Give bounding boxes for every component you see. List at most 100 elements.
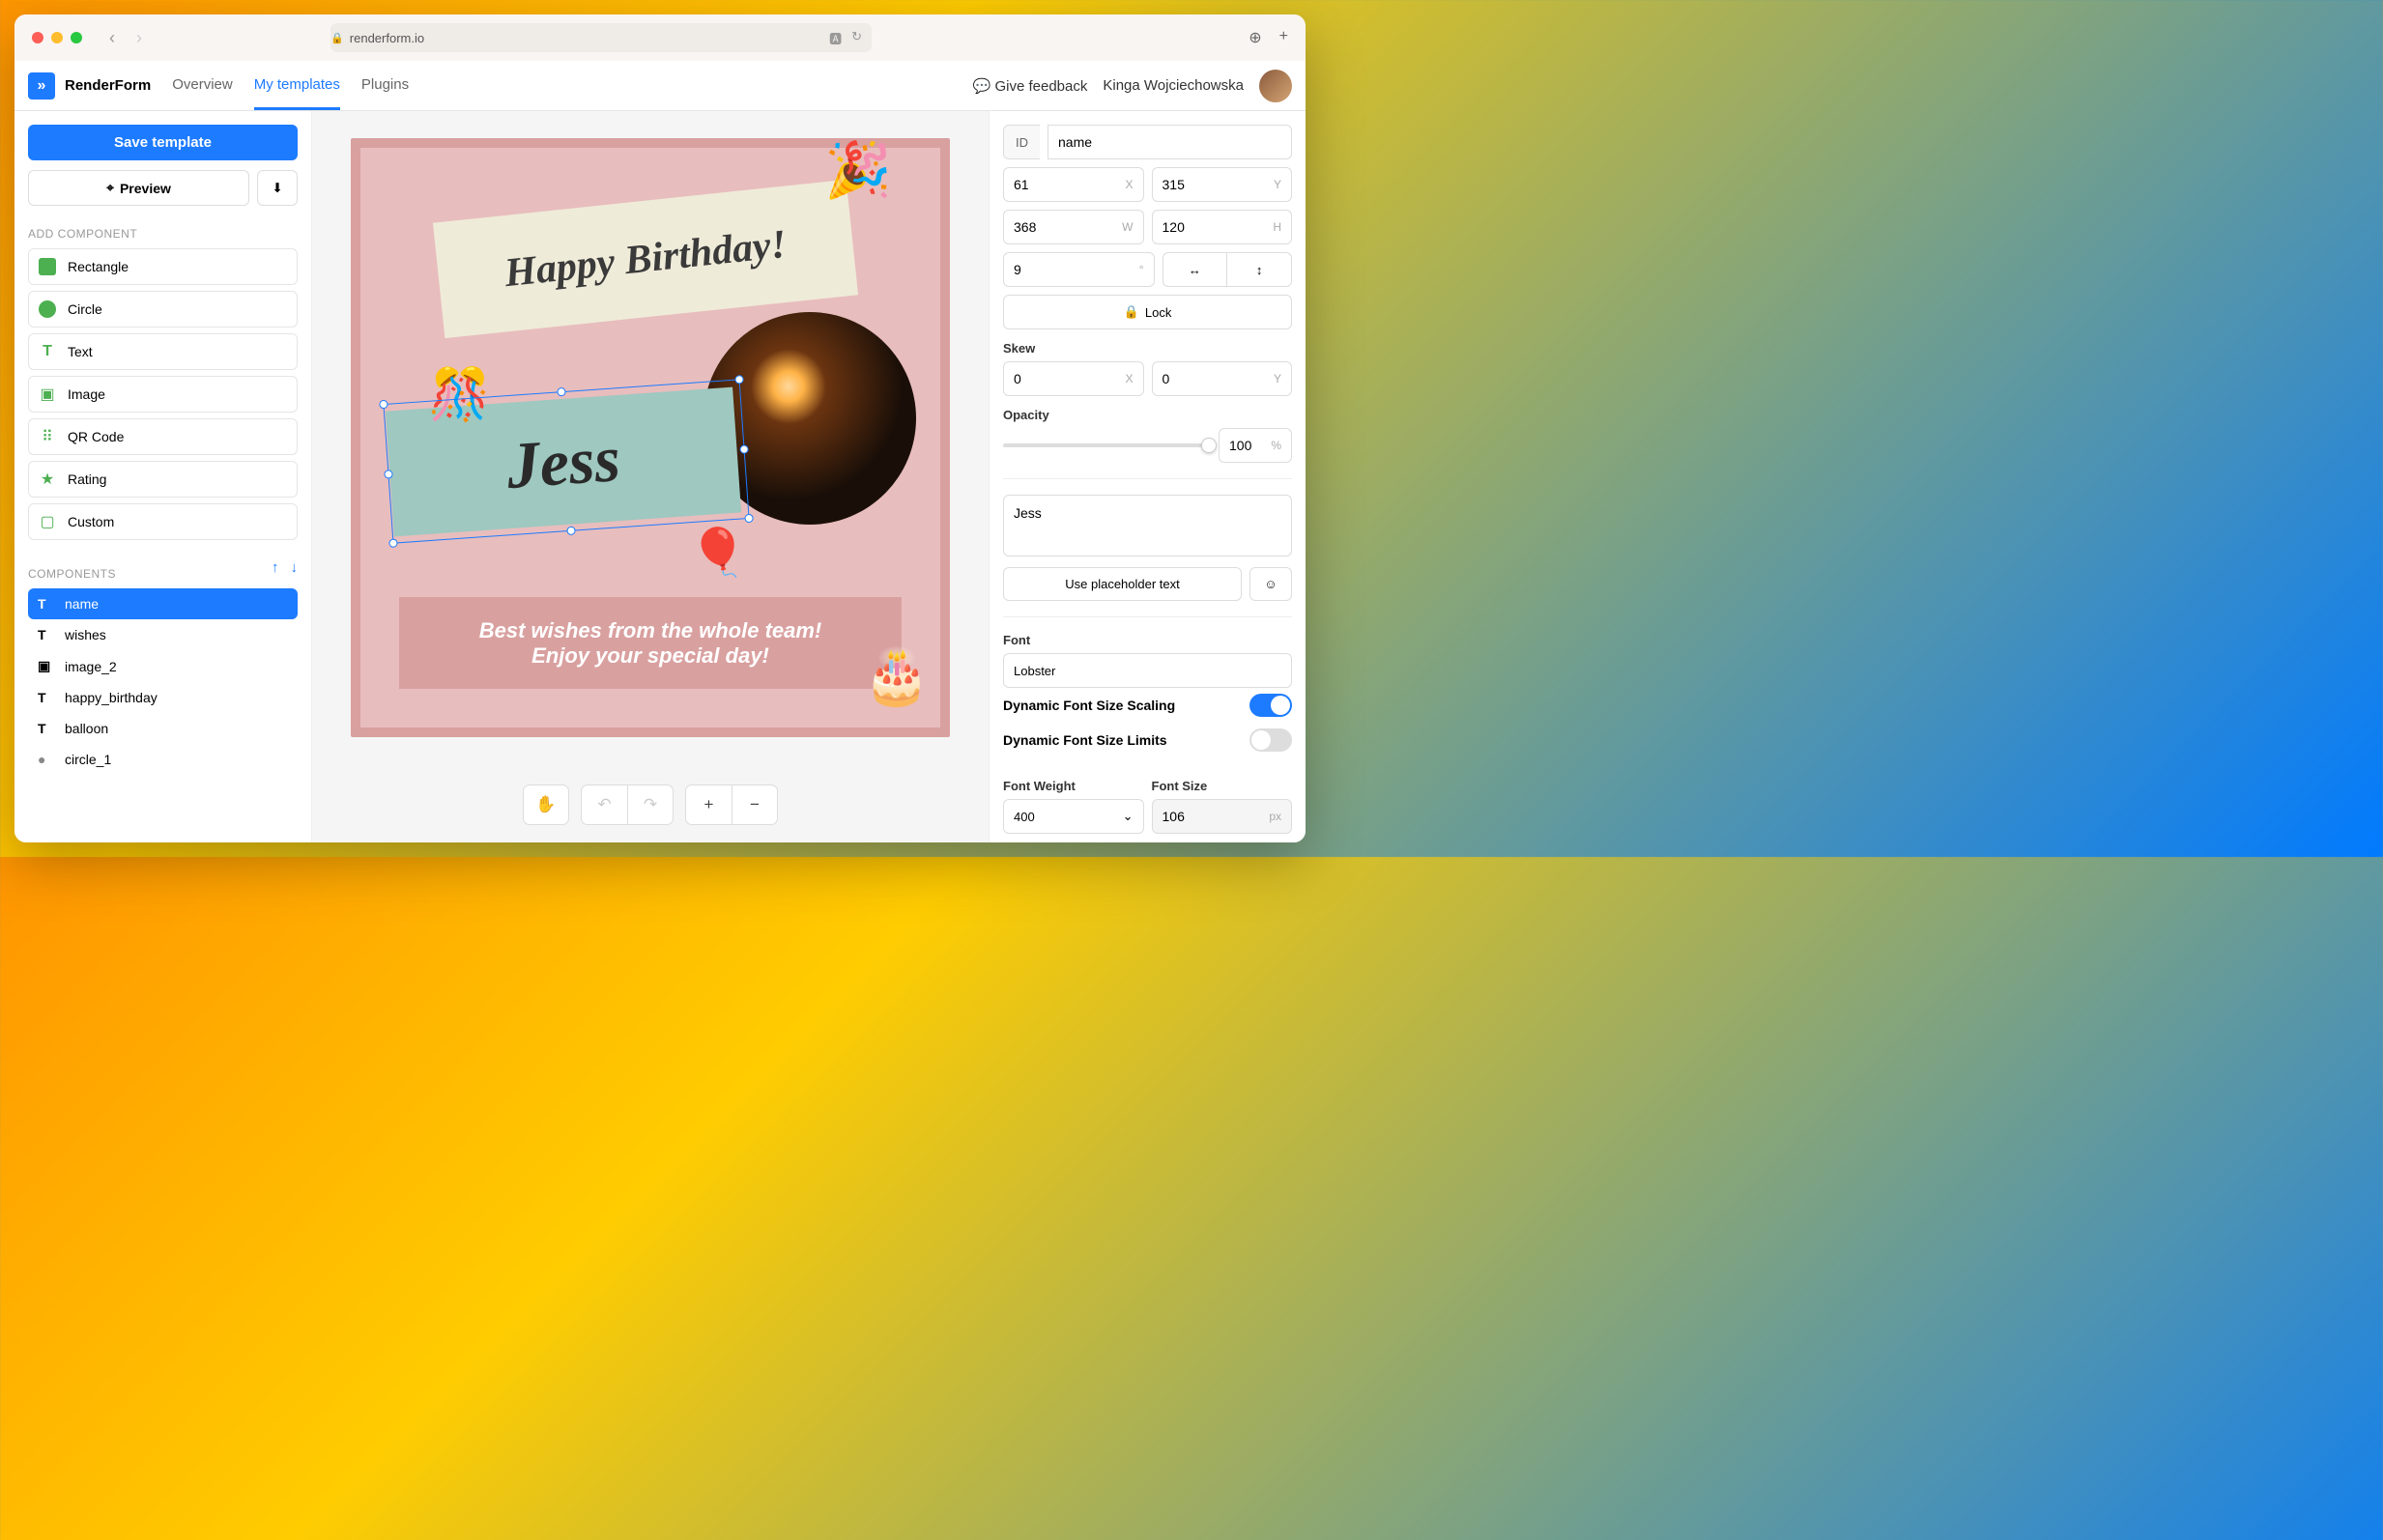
- tab-plugins[interactable]: Plugins: [361, 62, 409, 110]
- x-field[interactable]: X: [1003, 167, 1144, 202]
- close-icon[interactable]: [32, 32, 43, 43]
- brand-name: RenderForm: [65, 77, 151, 94]
- preview-button[interactable]: ⌖Preview: [28, 170, 249, 206]
- logo-icon[interactable]: »: [28, 72, 55, 100]
- traffic-lights: [32, 32, 82, 43]
- url-text: renderform.io: [350, 31, 424, 45]
- add-circle[interactable]: Circle: [28, 291, 298, 328]
- translate-icon[interactable]: 🅰: [829, 29, 842, 47]
- minus-icon: −: [750, 795, 760, 814]
- wishes-text[interactable]: Best wishes from the whole team! Enjoy y…: [399, 597, 902, 689]
- new-tab-icon[interactable]: +: [1279, 28, 1288, 47]
- dynamic-limits-toggle[interactable]: [1249, 728, 1292, 752]
- move-up-icon[interactable]: ↑: [272, 559, 279, 576]
- text-icon: T: [38, 721, 55, 736]
- opacity-field[interactable]: %: [1219, 428, 1292, 463]
- layer-wishes[interactable]: Twishes: [28, 619, 298, 650]
- zoom-out-button[interactable]: −: [732, 784, 778, 825]
- redo-button[interactable]: ↷: [627, 784, 674, 825]
- browser-window: ‹ › 🔒 renderform.io 🅰 ↻ ⊕ + » RenderForm…: [14, 14, 1306, 842]
- resize-handle[interactable]: [557, 387, 566, 397]
- minimize-icon[interactable]: [51, 32, 63, 43]
- aperture-icon: ⌖: [106, 180, 114, 196]
- app-body: Save template ⌖Preview ⬇ ADD COMPONENT R…: [14, 111, 1306, 842]
- flip-h-icon: ↔: [1189, 263, 1201, 277]
- resize-handle[interactable]: [566, 527, 576, 536]
- resize-handle[interactable]: [744, 514, 754, 524]
- flip-h-button[interactable]: ↔: [1163, 252, 1227, 287]
- user-name[interactable]: Kinga Wojciechowska: [1103, 77, 1244, 94]
- qrcode-icon: ⠿: [39, 428, 56, 445]
- h-suffix: H: [1273, 220, 1281, 234]
- reload-icon[interactable]: ↻: [851, 29, 862, 47]
- dynamic-scaling-toggle[interactable]: [1249, 694, 1292, 717]
- app-navbar: » RenderForm Overview My templates Plugi…: [14, 61, 1306, 111]
- navbar-right: 💬 Give feedback Kinga Wojciechowska: [973, 70, 1292, 102]
- slider-thumb[interactable]: [1201, 438, 1217, 453]
- deg-suffix: °: [1139, 263, 1144, 276]
- lock-button[interactable]: 🔒Lock: [1003, 295, 1292, 329]
- layer-image-2[interactable]: ▣image_2: [28, 650, 298, 682]
- layer-happy-birthday[interactable]: Thappy_birthday: [28, 682, 298, 713]
- lock-icon: 🔒: [330, 32, 344, 44]
- balloon-icon[interactable]: 🎈: [689, 525, 747, 580]
- add-custom[interactable]: ▢Custom: [28, 503, 298, 540]
- circle-icon: [39, 300, 56, 318]
- placeholder-text-button[interactable]: Use placeholder text: [1003, 567, 1242, 601]
- resize-handle[interactable]: [379, 400, 388, 410]
- zoom-in-button[interactable]: +: [685, 784, 732, 825]
- add-rating[interactable]: ★Rating: [28, 461, 298, 498]
- add-component-title: ADD COMPONENT: [28, 227, 298, 241]
- url-bar[interactable]: 🔒 renderform.io 🅰 ↻: [330, 23, 872, 52]
- add-text[interactable]: TText: [28, 333, 298, 370]
- text-icon: T: [38, 627, 55, 642]
- avatar[interactable]: [1259, 70, 1292, 102]
- save-template-button[interactable]: Save template: [28, 125, 298, 160]
- back-icon[interactable]: ‹: [109, 28, 115, 48]
- layer-balloon[interactable]: Tballoon: [28, 713, 298, 744]
- party-popper-icon[interactable]: 🎉: [824, 138, 892, 202]
- download-button[interactable]: ⬇: [257, 170, 298, 206]
- font-select[interactable]: Lobster: [1003, 653, 1292, 688]
- skew-x-field[interactable]: X: [1003, 361, 1144, 396]
- confetti-icon[interactable]: 🎊: [428, 365, 491, 424]
- canvas-area[interactable]: Happy Birthday! 🎉 Jess 🎊 🎈 Best wishes f…: [312, 111, 989, 842]
- forward-icon[interactable]: ›: [136, 28, 142, 48]
- template-card[interactable]: Happy Birthday! 🎉 Jess 🎊 🎈 Best wishes f…: [351, 138, 950, 737]
- layer-name[interactable]: Tname: [28, 588, 298, 619]
- feedback-link[interactable]: 💬 Give feedback: [973, 77, 1088, 95]
- undo-button[interactable]: ↶: [581, 784, 627, 825]
- skew-y-field[interactable]: Y: [1152, 361, 1293, 396]
- add-rectangle[interactable]: Rectangle: [28, 248, 298, 285]
- add-image[interactable]: ▣Image: [28, 376, 298, 413]
- font-size-field[interactable]: px: [1152, 799, 1293, 834]
- cake-icon[interactable]: 🎂: [863, 644, 931, 708]
- text-content-field[interactable]: Jess: [1003, 495, 1292, 556]
- pan-button[interactable]: ✋: [523, 784, 569, 825]
- id-field[interactable]: [1048, 125, 1292, 159]
- add-qrcode[interactable]: ⠿QR Code: [28, 418, 298, 455]
- opacity-slider[interactable]: [1003, 443, 1209, 447]
- url-actions: 🅰 ↻: [829, 29, 872, 47]
- flip-v-button[interactable]: ↕: [1226, 252, 1292, 287]
- chevron-down-icon: ⌄: [1123, 809, 1134, 824]
- w-field[interactable]: W: [1003, 210, 1144, 244]
- h-field[interactable]: H: [1152, 210, 1293, 244]
- font-weight-select[interactable]: 400⌄: [1003, 799, 1144, 834]
- maximize-icon[interactable]: [71, 32, 82, 43]
- tab-overview[interactable]: Overview: [172, 62, 233, 110]
- hand-icon: ✋: [535, 795, 556, 814]
- tab-my-templates[interactable]: My templates: [254, 62, 340, 110]
- nav-tabs: Overview My templates Plugins: [172, 62, 409, 110]
- y-field[interactable]: Y: [1152, 167, 1293, 202]
- move-down-icon[interactable]: ↓: [291, 559, 299, 576]
- emoji-button[interactable]: ☺: [1249, 567, 1292, 601]
- downloads-icon[interactable]: ⊕: [1249, 28, 1261, 47]
- layer-circle-1[interactable]: ●circle_1: [28, 744, 298, 775]
- components-title: COMPONENTS: [28, 567, 116, 581]
- flip-v-icon: ↕: [1256, 263, 1263, 277]
- font-label: Font: [1003, 633, 1292, 647]
- lock-icon: 🔒: [1124, 304, 1139, 320]
- resize-handle[interactable]: [388, 538, 398, 548]
- rotation-field[interactable]: °: [1003, 252, 1155, 287]
